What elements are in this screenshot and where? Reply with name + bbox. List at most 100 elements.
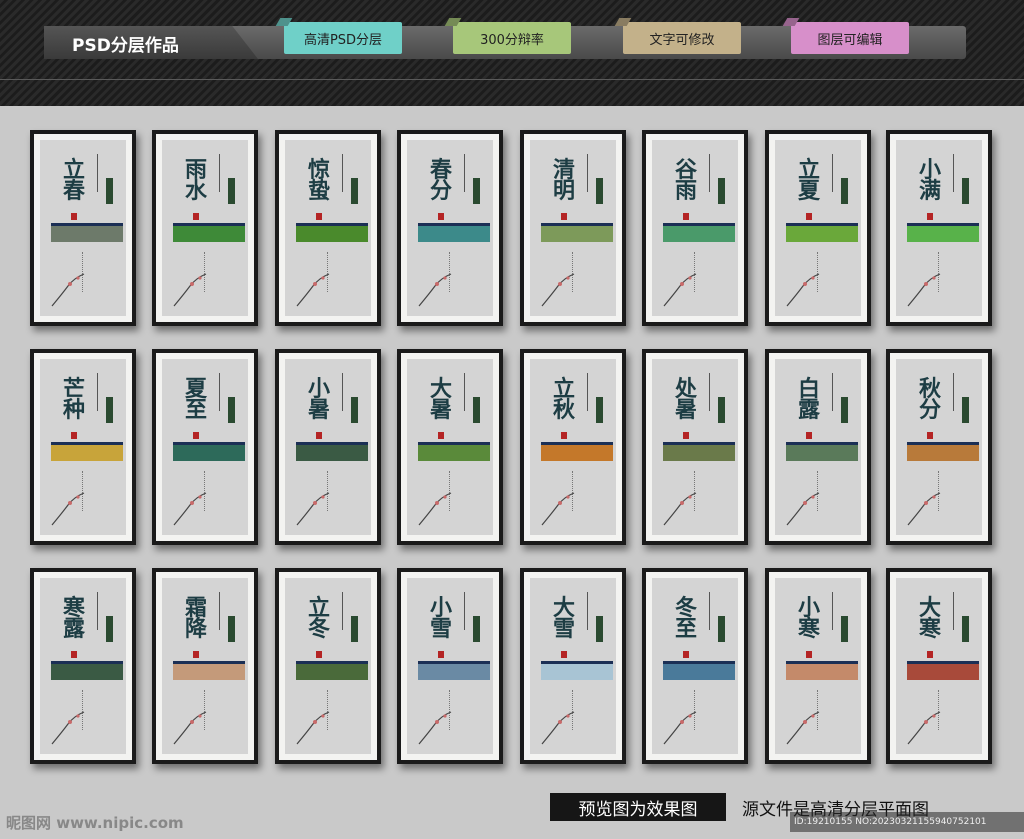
green-seal-tag bbox=[106, 178, 113, 204]
poster-paper: 处暑 bbox=[652, 359, 738, 535]
photo-stripe bbox=[418, 442, 490, 461]
badge-editable-text: 文字可修改 bbox=[623, 22, 741, 54]
poster-mat: 大寒 bbox=[890, 572, 988, 760]
poster-mat: 夏至 bbox=[156, 353, 254, 541]
photo-stripe bbox=[173, 442, 245, 461]
photo-stripe bbox=[296, 223, 368, 242]
red-seal-icon bbox=[71, 213, 77, 220]
poster-mat: 寒露 bbox=[34, 572, 132, 760]
poster-mat: 清明 bbox=[524, 134, 622, 322]
photo-stripe bbox=[173, 223, 245, 242]
red-seal-icon bbox=[561, 213, 567, 220]
poster-paper: 雨水 bbox=[162, 140, 248, 316]
small-caption-line bbox=[709, 373, 717, 411]
green-seal-tag bbox=[351, 178, 358, 204]
photo-stripe bbox=[296, 442, 368, 461]
poster-frame: 秋分 bbox=[886, 349, 992, 545]
ink-branch-icon bbox=[51, 273, 85, 307]
green-seal-tag bbox=[718, 616, 725, 642]
small-caption-line bbox=[342, 373, 350, 411]
ink-branch-icon bbox=[173, 492, 207, 526]
small-caption-line bbox=[953, 154, 961, 192]
ink-branch-icon bbox=[786, 273, 820, 307]
red-seal-icon bbox=[316, 213, 322, 220]
poster-paper: 秋分 bbox=[896, 359, 982, 535]
solar-term-title: 秋分 bbox=[918, 376, 941, 423]
photo-stripe bbox=[541, 442, 613, 461]
ink-branch-icon bbox=[173, 711, 207, 745]
poster-frame: 小满 bbox=[886, 130, 992, 326]
poster-frame: 芒种 bbox=[30, 349, 136, 545]
small-caption-line bbox=[832, 154, 840, 192]
small-caption-line bbox=[464, 592, 472, 630]
solar-term-title: 小暑 bbox=[307, 376, 330, 423]
photo-stripe bbox=[663, 442, 735, 461]
solar-term-title: 大暑 bbox=[429, 376, 452, 423]
poster-frame: 立春 bbox=[30, 130, 136, 326]
photo-stripe bbox=[663, 661, 735, 680]
green-seal-tag bbox=[962, 397, 969, 423]
red-seal-icon bbox=[193, 213, 199, 220]
red-seal-icon bbox=[561, 651, 567, 658]
poster-frame: 惊蛰 bbox=[275, 130, 381, 326]
poster-frame: 立秋 bbox=[520, 349, 626, 545]
poster-frame: 立夏 bbox=[765, 130, 871, 326]
solar-term-title: 霜降 bbox=[184, 595, 207, 642]
image-id-bar: ID:19210155 NO:20230321155940752101 bbox=[790, 812, 1024, 832]
poster-mat: 立秋 bbox=[524, 353, 622, 541]
poster-paper: 谷雨 bbox=[652, 140, 738, 316]
red-seal-icon bbox=[683, 213, 689, 220]
poster-paper: 立秋 bbox=[530, 359, 616, 535]
photo-stripe bbox=[296, 661, 368, 680]
photo-stripe bbox=[907, 661, 979, 680]
poster-paper: 冬至 bbox=[652, 578, 738, 754]
solar-term-title: 小寒 bbox=[797, 595, 820, 642]
poster-mat: 处暑 bbox=[646, 353, 744, 541]
ink-branch-icon bbox=[663, 492, 697, 526]
red-seal-icon bbox=[316, 432, 322, 439]
small-caption-line bbox=[709, 154, 717, 192]
poster-mat: 大雪 bbox=[524, 572, 622, 760]
ink-branch-icon bbox=[418, 273, 452, 307]
green-seal-tag bbox=[841, 397, 848, 423]
poster-mat: 惊蛰 bbox=[279, 134, 377, 322]
green-seal-tag bbox=[718, 397, 725, 423]
green-seal-tag bbox=[228, 616, 235, 642]
solar-term-title: 夏至 bbox=[184, 376, 207, 423]
red-seal-icon bbox=[316, 651, 322, 658]
poster-mat: 立夏 bbox=[769, 134, 867, 322]
header-divider bbox=[0, 79, 1024, 80]
page-title: PSD分层作品 bbox=[72, 36, 179, 56]
solar-term-title: 谷雨 bbox=[674, 157, 697, 204]
ink-branch-icon bbox=[541, 273, 575, 307]
small-caption-line bbox=[953, 373, 961, 411]
poster-mat: 小满 bbox=[890, 134, 988, 322]
red-seal-icon bbox=[927, 213, 933, 220]
green-seal-tag bbox=[228, 178, 235, 204]
green-seal-tag bbox=[596, 616, 603, 642]
poster-mat: 小雪 bbox=[401, 572, 499, 760]
red-seal-icon bbox=[683, 432, 689, 439]
ink-branch-icon bbox=[541, 492, 575, 526]
red-seal-icon bbox=[683, 651, 689, 658]
poster-frame: 小暑 bbox=[275, 349, 381, 545]
photo-stripe bbox=[173, 661, 245, 680]
green-seal-tag bbox=[351, 397, 358, 423]
poster-mat: 冬至 bbox=[646, 572, 744, 760]
green-seal-tag bbox=[106, 616, 113, 642]
small-caption-line bbox=[97, 373, 105, 411]
poster-paper: 清明 bbox=[530, 140, 616, 316]
green-seal-tag bbox=[351, 616, 358, 642]
poster-mat: 白露 bbox=[769, 353, 867, 541]
green-seal-tag bbox=[596, 397, 603, 423]
poster-mat: 谷雨 bbox=[646, 134, 744, 322]
poster-mat: 雨水 bbox=[156, 134, 254, 322]
poster-frame: 寒露 bbox=[30, 568, 136, 764]
red-seal-icon bbox=[561, 432, 567, 439]
poster-mat: 大暑 bbox=[401, 353, 499, 541]
ink-branch-icon bbox=[541, 711, 575, 745]
small-caption-line bbox=[832, 592, 840, 630]
photo-stripe bbox=[786, 661, 858, 680]
photo-stripe bbox=[786, 442, 858, 461]
poster-paper: 春分 bbox=[407, 140, 493, 316]
